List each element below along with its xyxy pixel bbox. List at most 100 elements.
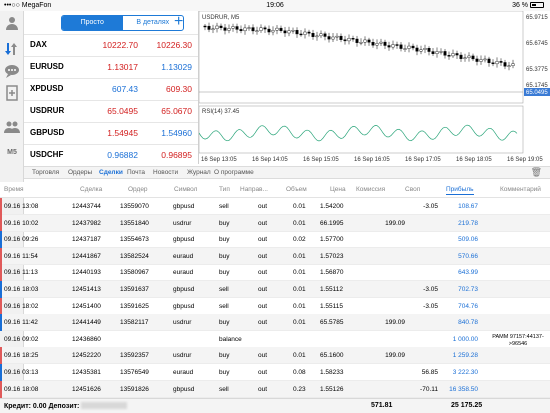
col-swap[interactable]: Своп (405, 186, 420, 193)
quote-row[interactable]: XPDUSD 607.43 609.30 (24, 78, 198, 98)
col-price[interactable]: Цена (330, 186, 346, 193)
cell-deal: 12452220 (72, 352, 101, 360)
commission-total: 571.81 (371, 402, 393, 409)
cell-price: 1.57700 (320, 236, 344, 244)
col-volume[interactable]: Объем (286, 186, 307, 193)
cell-type: buy (219, 252, 230, 260)
col-direction[interactable]: Направ... (240, 186, 268, 193)
table-row[interactable]: 09.16 11:13 12440193 13580967 euraud buy out 0… (0, 264, 550, 282)
cell-type: sell (219, 203, 229, 210)
cell-comm: 199.09 (385, 319, 405, 327)
person-icon[interactable] (4, 15, 20, 31)
tab-news[interactable]: Новости (153, 169, 178, 176)
cell-swap: 56.85 (421, 369, 438, 376)
quote-bid: 65.0495 (107, 106, 138, 116)
tab-deals[interactable]: Сделки (99, 169, 123, 176)
table-row[interactable]: 09.16 03:13 12435381 13576549 euraud buy out 0… (0, 364, 550, 381)
cell-type: buy (219, 236, 230, 244)
table-row[interactable]: 09.16 10:02 12437982 13551840 usdrur buy out 0… (0, 214, 550, 232)
col-profit[interactable]: Прибыль (446, 186, 474, 195)
time-tick: 16 Sep 13:05 (201, 157, 237, 163)
m5-label[interactable]: M5 (0, 149, 24, 156)
chat-icon[interactable] (4, 63, 20, 79)
table-row[interactable]: 09.16 13:08 12443744 13559070 gbpusd sell out… (0, 198, 550, 215)
cell-type: buy (219, 219, 230, 227)
table-row[interactable]: 09.16 11:54 12441867 13582524 euraud buy out 0… (0, 247, 550, 265)
cell-profit: 1 000.00 (452, 335, 478, 343)
tab-simple[interactable]: Просто (62, 16, 123, 30)
people-icon[interactable] (4, 119, 20, 135)
cell-order: 13551840 (120, 219, 149, 227)
cell-time: 09.16 03:13 (4, 369, 39, 376)
quote-ask: 0.96895 (161, 150, 192, 160)
cell-time: 09.16 09:02 (4, 335, 39, 343)
battery-label: 36 % (512, 2, 529, 9)
col-comment[interactable]: Комментарий (500, 186, 541, 193)
cell-deal: 12441867 (72, 252, 101, 260)
cell-comment: PAMM 97157:44137->96546 (492, 333, 544, 347)
document-icon[interactable] (4, 85, 20, 101)
col-time[interactable]: Время (4, 186, 24, 193)
price-chart[interactable]: USDRUR, M5 RSI(14) 37.45 65.9715 65.6745… (198, 11, 550, 164)
table-row[interactable]: 09.16 11:42 12441449 13582117 usdrur buy out 0… (0, 314, 550, 332)
col-symbol[interactable]: Символ (174, 186, 197, 193)
cell-deal: 12451413 (72, 286, 101, 293)
table-row[interactable]: 09.16 18:02 12451400 13591625 gbpusd sell out… (0, 297, 550, 315)
quote-ask: 1.13029 (161, 62, 192, 72)
price-tick: 65.9715 (526, 15, 548, 21)
quote-ask: 1.54960 (161, 128, 192, 138)
cell-dir: out (258, 385, 268, 393)
tab-journal[interactable]: Журнал (187, 169, 211, 176)
quote-symbol: USDRUR (30, 106, 65, 115)
cell-type: buy (219, 269, 230, 277)
col-deal[interactable]: Сделка (80, 186, 102, 193)
col-type[interactable]: Тип (219, 186, 230, 193)
table-row[interactable]: 09.16 09:02 12436860 balance 1 000.00 PAMM 9… (0, 331, 550, 348)
cell-deal: 12451626 (72, 385, 101, 393)
table-row[interactable]: 09.16 09:26 12437187 13554673 gbpusd buy out 0… (0, 231, 550, 249)
add-symbol-icon[interactable]: + (174, 13, 183, 31)
col-commission[interactable]: Комиссия (356, 186, 385, 193)
cell-price: 1.56870 (320, 269, 344, 277)
quote-row[interactable]: GBPUSD 1.54945 1.54960 (24, 122, 198, 142)
quote-ask: 65.0670 (161, 106, 192, 116)
row-direction-marker (0, 347, 2, 365)
quote-row[interactable]: USDCHF 0.96882 0.96895 (24, 144, 198, 164)
row-direction-marker (0, 314, 2, 332)
quote-bid: 10222.70 (102, 40, 138, 50)
cell-deal: 12437187 (72, 236, 101, 244)
trash-icon[interactable]: 🗑 (531, 167, 542, 178)
status-bar: •••○○ MegaFon 19:06 36 % (0, 0, 550, 11)
deposit-redacted (81, 402, 128, 409)
cell-vol: 0.01 (293, 319, 306, 327)
cell-price: 65.5785 (320, 319, 344, 327)
cell-vol: 0.01 (293, 302, 306, 310)
toolbox-tabs: Торговля Ордеры Сделки Почта Новости Жур… (24, 166, 550, 179)
cell-vol: 0.01 (293, 252, 306, 260)
trade-icon[interactable] (4, 41, 20, 57)
table-row[interactable]: 09.16 18:25 12452220 13592357 usdrur buy out 0… (0, 347, 550, 365)
table-row[interactable]: 09.16 18:03 12451413 13591637 gbpusd sell out… (0, 281, 550, 298)
cell-order: 13582117 (120, 319, 149, 327)
cell-time: 09.16 13:08 (4, 203, 39, 210)
tab-about[interactable]: О программе (214, 169, 254, 176)
cell-price: 65.1600 (320, 352, 344, 360)
quote-row[interactable]: DAX 10222.70 10226.30 (24, 34, 198, 54)
col-order[interactable]: Ордер (128, 186, 148, 193)
cell-dir: out (258, 352, 268, 360)
cell-time: 09.16 18:25 (4, 352, 39, 360)
app-window: •••○○ MegaFon 19:06 36 % M5 Просто В дет… (0, 0, 550, 413)
cell-type: sell (219, 385, 229, 393)
cell-swap: -70.11 (420, 385, 438, 393)
time-tick: 16 Sep 17:05 (405, 157, 441, 163)
cell-dir: out (258, 219, 268, 227)
price-tick: 65.3775 (526, 67, 548, 73)
table-row[interactable]: 09.16 18:08 12451626 13591826 gbpusd sell out… (0, 380, 550, 398)
tab-orders[interactable]: Ордеры (68, 169, 92, 176)
quote-row[interactable]: USDRUR 65.0495 65.0670 (24, 100, 198, 120)
cell-deal: 12435381 (72, 369, 101, 376)
tab-mail[interactable]: Почта (127, 169, 145, 176)
tab-trade[interactable]: Торговля (32, 169, 59, 176)
quote-row[interactable]: EURUSD 1.13017 1.13029 (24, 56, 198, 76)
chart-canvas[interactable]: USDRUR, M5 RSI(14) 37.45 65.9715 65.6745… (199, 11, 550, 164)
